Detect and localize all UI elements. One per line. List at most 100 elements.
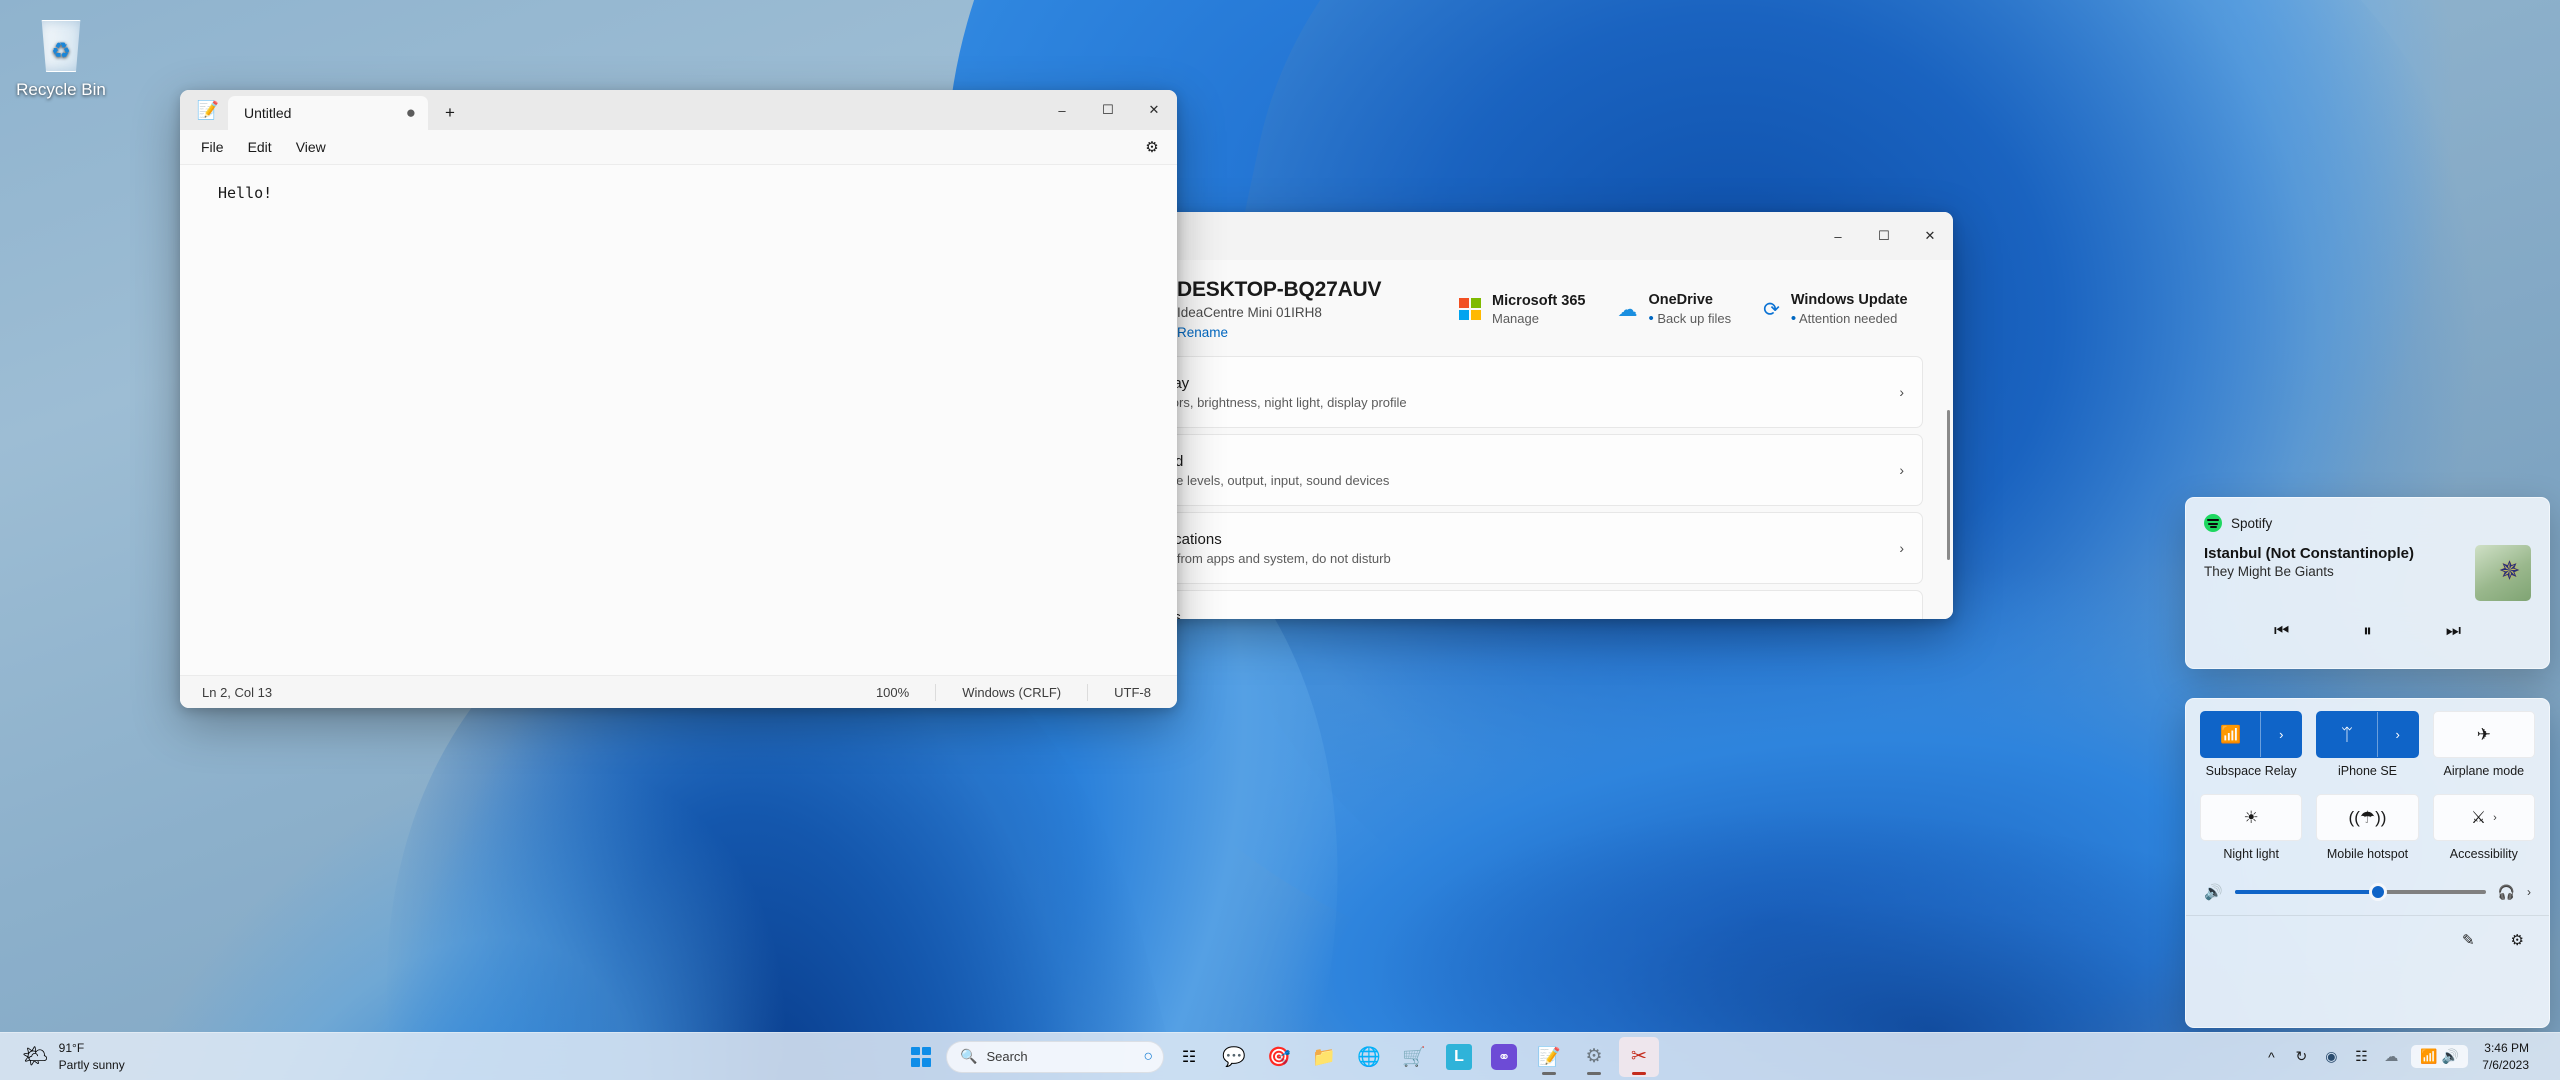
setting-card-title: Sound xyxy=(1140,453,1389,470)
clock-date: 7/6/2023 xyxy=(2482,1057,2529,1072)
tray-slack[interactable]: ☷ xyxy=(2347,1041,2375,1073)
service-status: • Attention needed xyxy=(1790,309,1898,327)
desktop-icon-recycle-bin[interactable]: ♻ Recycle Bin xyxy=(6,6,116,100)
onedrive-icon: ☁ xyxy=(1617,298,1638,321)
menu-file[interactable]: File xyxy=(190,134,235,160)
bing-chat-icon[interactable]: ○ xyxy=(1143,1048,1153,1066)
taskbar-app-mastodon[interactable]: ⚭ xyxy=(1484,1037,1524,1077)
wifi-icon[interactable]: 📶 xyxy=(2201,712,2262,757)
settings-maximize-button[interactable]: ☐ xyxy=(1861,212,1907,260)
volume-slider[interactable] xyxy=(2234,883,2486,901)
gear-icon[interactable]: ⚙ xyxy=(2506,926,2529,954)
service-status: Manage xyxy=(1492,310,1539,326)
taskbar-app-google-chrome[interactable]: 🎯 xyxy=(1259,1037,1299,1077)
bluetooth-chevron-icon[interactable]: › xyxy=(2378,712,2418,757)
steam-icon: ◉ xyxy=(2325,1048,2338,1064)
taskbar-app-microsoft-edge[interactable]: 🌐 xyxy=(1349,1037,1389,1077)
spotify-logo-icon xyxy=(2204,514,2222,532)
mobile-hotspot-toggle-button[interactable]: ((☂)) xyxy=(2316,794,2419,841)
taskbar-app-settings[interactable]: ⚙ xyxy=(1574,1037,1614,1077)
taskbar-app-microsoft-store[interactable]: 🛒 xyxy=(1394,1037,1434,1077)
taskbar-weather-widget[interactable]: 🌤 91°F Partly sunny xyxy=(10,1036,137,1076)
setting-card-display[interactable]: 🖥 Display Monitors, brightness, night li… xyxy=(1085,356,1923,428)
wifi-toggle-button[interactable]: 📶 › xyxy=(2200,711,2303,758)
accessibility-chevron-icon[interactable]: › xyxy=(2493,812,2497,824)
volume-slider-thumb[interactable] xyxy=(2368,883,2387,901)
track-artist: They Might Be Giants xyxy=(2204,564,2334,579)
taskbar-app-task-view[interactable]: ☷ xyxy=(1169,1037,1209,1077)
quick-settings-panel[interactable]: 📶 › Subspace Relay ᛠ › iPhone SE ✈ Airpl… xyxy=(2185,698,2550,1028)
bluetooth-icon[interactable]: ᛠ xyxy=(2317,712,2378,757)
notepad-window[interactable]: 📝 Untitled ● + – ☐ ✕ File Edit View ⚙ He… xyxy=(180,90,1177,708)
setting-card-subtitle: Alerts from apps and system, do not dist… xyxy=(1140,550,1391,566)
setting-card-focus[interactable]: ☾ Focus Reduce distractions › xyxy=(1085,590,1923,619)
quick-tile-accessibility: ⚔ › Accessibility xyxy=(2432,794,2535,873)
quick-tile-label: Airplane mode xyxy=(2443,764,2525,778)
service-onedrive[interactable]: ☁ OneDrive • Back up files xyxy=(1617,292,1731,327)
menu-view[interactable]: View xyxy=(285,134,337,160)
tray-steam[interactable]: ◉ xyxy=(2317,1041,2345,1073)
linear-icon: L xyxy=(1446,1043,1472,1070)
weather-temperature: 91°F xyxy=(58,1041,85,1056)
airplane-mode-toggle-button[interactable]: ✈ xyxy=(2432,711,2535,758)
service-windows-update[interactable]: ⟳ Windows Update • Attention needed xyxy=(1763,292,1907,327)
mastodon-icon: ⚭ xyxy=(1491,1043,1517,1070)
service-title: OneDrive xyxy=(1648,291,1713,308)
show-hidden-icons-button[interactable]: ^ xyxy=(2257,1041,2285,1073)
menu-edit[interactable]: Edit xyxy=(237,134,283,160)
volume-icon[interactable]: 🔊 xyxy=(2204,883,2223,901)
audio-output-chevron-icon[interactable]: › xyxy=(2527,885,2531,899)
taskbar-app-snipping-tool[interactable]: ✂ xyxy=(1619,1036,1659,1077)
microsoft-logo-icon xyxy=(1459,298,1481,320)
setting-card-notifications[interactable]: 🔔 Notifications Alerts from apps and sys… xyxy=(1085,512,1923,584)
taskbar-app-notepad[interactable]: 📝 xyxy=(1529,1037,1569,1077)
taskbar-app-linear[interactable]: L xyxy=(1439,1037,1479,1077)
setting-card-sound[interactable]: 🔈 Sound Volume levels, output, input, so… xyxy=(1085,434,1923,506)
start-button[interactable] xyxy=(901,1037,941,1077)
settings-scroll-area[interactable]: DESKTOP-BQ27AUV IdeaCentre Mini 01IRH8 R… xyxy=(1059,260,1953,619)
line-ending[interactable]: Windows (CRLF) xyxy=(935,683,1087,701)
brightness-icon: ☀ xyxy=(2243,807,2259,827)
service-microsoft-365[interactable]: Microsoft 365 Manage xyxy=(1459,293,1585,326)
notepad-icon: 📝 xyxy=(196,99,220,120)
settings-minimize-button[interactable]: – xyxy=(1815,212,1861,260)
notepad-maximize-button[interactable]: ☐ xyxy=(1085,90,1131,130)
show-desktop-button[interactable] xyxy=(2545,1041,2552,1073)
tray-onedrive[interactable]: ☁ xyxy=(2377,1041,2405,1073)
settings-close-button[interactable]: ✕ xyxy=(1907,212,1953,260)
pencil-icon[interactable]: ✎ xyxy=(2457,926,2480,954)
notepad-text-area[interactable]: Hello! xyxy=(180,165,1177,675)
encoding[interactable]: UTF-8 xyxy=(1087,683,1177,701)
night-light-toggle-button[interactable]: ☀ xyxy=(2200,794,2303,841)
notepad-icon: 📝 xyxy=(1537,1046,1561,1068)
taskbar-app-chat[interactable]: 💬 xyxy=(1214,1037,1254,1077)
notepad-tabstrip[interactable]: 📝 Untitled ● + – ☐ ✕ xyxy=(180,90,1177,130)
tray-onedrive-sync[interactable]: ↻ xyxy=(2287,1041,2315,1073)
bluetooth-toggle-button[interactable]: ᛠ › xyxy=(2316,711,2419,758)
search-box[interactable]: 🔍 Search ○ xyxy=(946,1040,1164,1073)
notepad-minimize-button[interactable]: – xyxy=(1039,90,1085,130)
previous-track-button[interactable]: ⏮ xyxy=(2268,617,2295,645)
device-name: DESKTOP-BQ27AUV xyxy=(1177,278,1382,301)
service-title: Microsoft 365 xyxy=(1492,292,1586,309)
notepad-close-button[interactable]: ✕ xyxy=(1131,90,1177,130)
next-track-button[interactable]: ⏭ xyxy=(2440,617,2467,645)
notepad-settings-button[interactable]: ⚙ xyxy=(1137,134,1167,160)
quick-settings-tray-button[interactable]: 📶 🔊 xyxy=(2411,1045,2469,1068)
headphones-icon[interactable]: 🎧 xyxy=(2498,884,2515,901)
accessibility-toggle-button[interactable]: ⚔ › xyxy=(2432,794,2535,841)
notepad-tab[interactable]: Untitled ● xyxy=(228,96,428,130)
settings-scrollbar[interactable] xyxy=(1947,410,1950,560)
new-tab-button[interactable]: + xyxy=(432,96,468,130)
settings-content: DESKTOP-BQ27AUV IdeaCentre Mini 01IRH8 R… xyxy=(1059,260,1953,619)
pause-button[interactable]: ⏸ xyxy=(2357,617,2378,645)
quick-tile-wifi: 📶 › Subspace Relay xyxy=(2200,711,2303,790)
taskbar-clock[interactable]: 3:46 PM 7/6/2023 xyxy=(2474,1036,2543,1076)
zoom-level[interactable]: 100% xyxy=(850,684,935,701)
taskbar-app-file-explorer[interactable]: 📁 xyxy=(1304,1037,1344,1077)
rename-link[interactable]: Rename xyxy=(1177,325,1427,340)
wifi-chevron-icon[interactable]: › xyxy=(2261,712,2301,757)
folder-icon: 📁 xyxy=(1312,1046,1336,1068)
quick-tile-label: Subspace Relay xyxy=(2205,764,2297,778)
spotify-media-flyout[interactable]: Spotify Istanbul (Not Constantinople) Th… xyxy=(2185,497,2550,669)
